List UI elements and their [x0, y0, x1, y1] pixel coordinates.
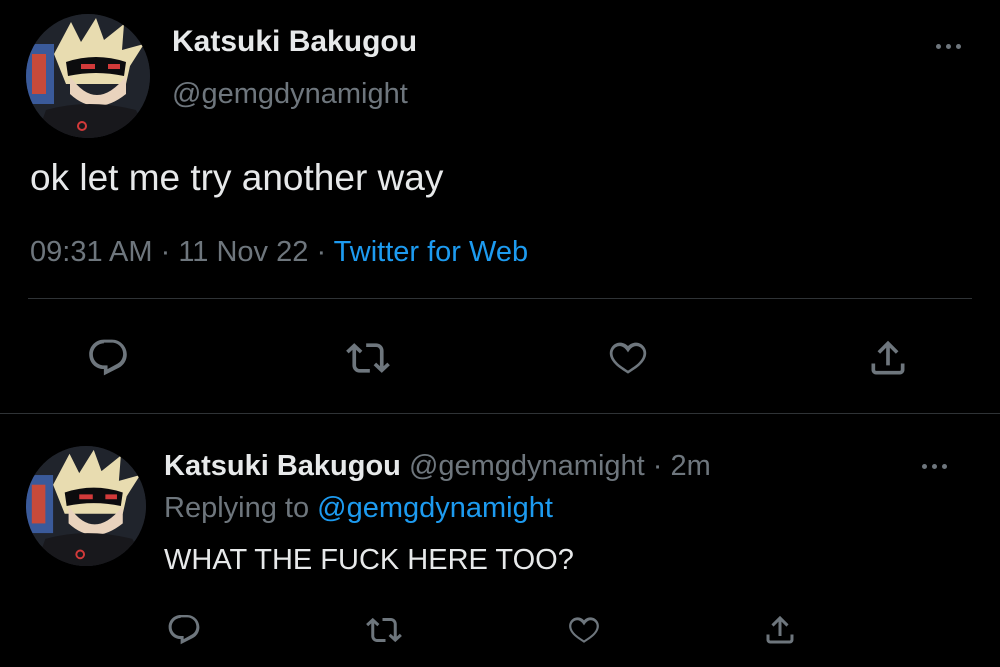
author-handle[interactable]: @gemgdynamight [172, 76, 408, 112]
meta-separator: · [652, 450, 663, 482]
like-button[interactable] [606, 336, 650, 380]
more-icon[interactable] [922, 464, 947, 469]
replying-prefix: Replying to [164, 492, 310, 524]
reply-icon [89, 339, 127, 376]
retweet-button[interactable] [366, 612, 402, 648]
retweet-icon [366, 617, 402, 643]
tweet-source[interactable]: Twitter for Web [334, 236, 528, 268]
reply-age[interactable]: 2m [671, 450, 711, 482]
author-handle[interactable]: @gemgdynamight [409, 450, 645, 482]
heart-icon [569, 617, 599, 643]
replying-handle[interactable]: @gemgdynamight [317, 492, 553, 524]
reply-icon [168, 615, 200, 645]
tweet-time[interactable]: 09:31 AM [30, 236, 153, 268]
author-name[interactable]: Katsuki Bakugou [172, 24, 417, 60]
share-button[interactable] [866, 336, 910, 380]
divider [28, 298, 972, 299]
heart-icon [609, 342, 647, 374]
tweet-meta: 09:31 AM · 11 Nov 22 · Twitter for Web [30, 234, 528, 270]
reply-text: WHAT THE FUCK HERE TOO? [164, 544, 574, 576]
like-button[interactable] [566, 612, 602, 648]
tweet-thread: Katsuki Bakugou @gemgdynamight ok let me… [0, 0, 1000, 667]
reply-button[interactable] [86, 336, 130, 380]
tweet-text: ok let me try another way [30, 157, 444, 198]
avatar[interactable] [26, 446, 146, 566]
author-name[interactable]: Katsuki Bakugou [164, 450, 401, 482]
reply-header: Katsuki Bakugou @gemgdynamight · 2m [164, 448, 711, 484]
tweet-date[interactable]: 11 Nov 22 [178, 236, 308, 268]
meta-separator: · [160, 236, 171, 268]
reply-button[interactable] [166, 612, 202, 648]
more-icon[interactable] [936, 44, 961, 49]
meta-separator: · [316, 236, 327, 268]
share-button[interactable] [762, 612, 798, 648]
divider [0, 413, 1000, 414]
avatar-image [26, 446, 146, 566]
share-icon [766, 615, 794, 644]
avatar-image [26, 14, 150, 138]
avatar[interactable] [26, 14, 150, 138]
retweet-button[interactable] [346, 336, 390, 380]
share-icon [871, 340, 905, 375]
replying-to: Replying to @gemgdynamight [164, 490, 553, 526]
retweet-icon [346, 343, 390, 373]
